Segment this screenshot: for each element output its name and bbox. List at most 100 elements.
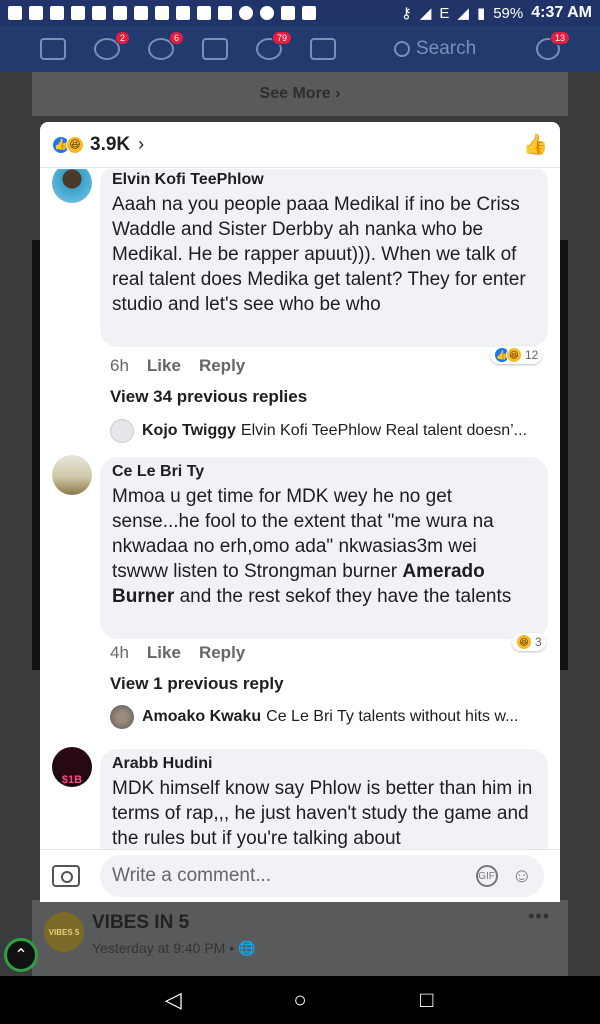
search-placeholder: Search: [416, 38, 477, 59]
comments-sheet: 👍 😆 3.9K › 👍 Elvin Kofi TeePhlow Aaah na…: [40, 122, 560, 902]
avatar[interactable]: [52, 169, 92, 203]
comment-reactions[interactable]: 👍 😆 12: [490, 346, 543, 364]
post-meta: Yesterday at 9:40 PM • 🌐: [92, 940, 256, 956]
comment-text: MDK himself know say Phlow is better tha…: [112, 778, 533, 849]
avatar[interactable]: $1B: [52, 747, 92, 787]
comment-text-part: and the rest sekof they have the talents: [174, 586, 512, 607]
comment-time: 4h: [110, 643, 129, 662]
like-thumb-icon[interactable]: 👍: [523, 132, 548, 157]
view-previous-replies[interactable]: View 1 previous reply: [110, 674, 284, 694]
reaction-icons: 👍 😆: [52, 135, 84, 154]
comment-bubble[interactable]: Ce Le Bri Ty Mmoa u get time for MDK wey…: [100, 457, 548, 639]
status-bar: ⚷ ◢ E ◢ ▮ 59% 4:37 AM: [0, 0, 600, 26]
battery-level: 59%: [493, 4, 524, 22]
friend-requests-icon[interactable]: 2: [94, 31, 130, 60]
comment-input[interactable]: Write a comment... GIF ☺: [100, 855, 544, 897]
facebook-icon: [155, 6, 169, 20]
record-icon: [239, 6, 253, 20]
comment-input-placeholder: Write a comment...: [112, 865, 272, 886]
friend-requests-badge: 2: [114, 31, 130, 45]
download-icon: [302, 6, 316, 20]
signal-icon: ◢: [419, 5, 432, 22]
clock: 4:37 AM: [531, 4, 592, 21]
haha-reaction-icon: 😆: [506, 347, 522, 363]
haha-reaction-icon: 😆: [66, 135, 84, 154]
status-right: ⚷ ◢ E ◢ ▮ 59% 4:37 AM: [401, 4, 592, 22]
comment-time: 6h: [110, 356, 129, 375]
twitter-icon: [281, 6, 295, 20]
groups-icon[interactable]: 6: [148, 31, 184, 60]
latest-reply[interactable]: Amoako Kwaku Ce Le Bri Ty talents withou…: [110, 705, 550, 729]
network-type: E: [439, 4, 450, 22]
reaction-count: 3.9K: [90, 133, 131, 155]
chevron-right-icon: ›: [138, 134, 145, 154]
page-logo[interactable]: VIBES 5: [44, 912, 84, 952]
bbm-icon: [8, 6, 22, 20]
key-icon: ⚷: [400, 5, 412, 22]
comment-author[interactable]: Arabb Hudini: [112, 755, 536, 773]
reply-avatar[interactable]: [110, 419, 134, 443]
search-icon: [394, 41, 410, 57]
signal-icon: ◢: [457, 5, 469, 22]
like-button[interactable]: Like: [147, 356, 181, 376]
comment-author[interactable]: Elvin Kofi TeePhlow: [112, 171, 536, 189]
home-icon[interactable]: ○: [280, 987, 320, 1013]
messenger-icon[interactable]: 13: [536, 31, 570, 60]
more-options-icon[interactable]: •••: [528, 906, 550, 927]
comment-reaction-count: 3: [535, 635, 542, 649]
assistive-touch-icon[interactable]: ⌃: [4, 938, 38, 972]
facebook-icon: [176, 6, 190, 20]
comment-composer: Write a comment... GIF ☺: [40, 849, 560, 902]
app-n-icon: [29, 6, 43, 20]
notifications-badge: 79: [271, 31, 292, 45]
watch-icon[interactable]: [202, 38, 228, 60]
feed-post: VIBES 5 VIBES IN 5 Yesterday at 9:40 PM …: [32, 900, 568, 978]
back-icon[interactable]: ◁: [153, 987, 193, 1013]
comment-author[interactable]: Ce Le Bri Ty: [112, 463, 536, 481]
gallery-icon: [197, 6, 211, 20]
facebook-icon: [71, 6, 85, 20]
comment-actions: 4h Like Reply: [110, 643, 245, 663]
notifications-bell-icon[interactable]: 79: [256, 31, 292, 60]
comment-text: Aaah na you people paaa Medikal if ino b…: [112, 194, 526, 315]
comment-reaction-count: 12: [525, 348, 539, 362]
comment-bubble[interactable]: Elvin Kofi TeePhlow Aaah na you people p…: [100, 169, 548, 347]
facebook-icon: [134, 6, 148, 20]
reactions-header[interactable]: 👍 😆 3.9K › 👍: [40, 122, 560, 168]
comment-list[interactable]: Elvin Kofi TeePhlow Aaah na you people p…: [40, 169, 560, 849]
comment-text: Mmoa u get time for MDK wey he no get se…: [112, 484, 536, 609]
view-previous-replies[interactable]: View 34 previous replies: [110, 387, 307, 407]
camera-icon[interactable]: [52, 865, 80, 887]
haha-reaction-icon: 😆: [516, 634, 532, 650]
menu-icon[interactable]: [310, 38, 336, 60]
emoji-icon[interactable]: ☺: [512, 865, 532, 888]
facebook-icon: [50, 6, 64, 20]
reply-author[interactable]: Kojo Twiggy: [142, 422, 236, 440]
comment-actions: 6h Like Reply: [110, 356, 245, 376]
reply-avatar[interactable]: [110, 705, 134, 729]
avatar-text: $1B: [61, 774, 83, 786]
see-more-button[interactable]: See More ›: [32, 72, 568, 116]
like-button[interactable]: Like: [147, 643, 181, 663]
system-nav-bar: ◁ ○ □: [0, 976, 600, 1024]
reply-text: Ce Le Bri Ty talents without hits w...: [266, 708, 519, 725]
recents-icon[interactable]: □: [407, 987, 447, 1013]
page-name[interactable]: VIBES IN 5: [92, 912, 189, 934]
search-bar[interactable]: Search: [394, 38, 476, 60]
reply-text: Elvin Kofi TeePhlow Real talent doesn’..…: [240, 422, 528, 439]
reply-button[interactable]: Reply: [199, 356, 245, 376]
notification-icons: [8, 6, 316, 20]
groups-badge: 6: [168, 31, 184, 45]
facebook-nav-bar: 2 6 79 Search 13: [0, 26, 600, 72]
latest-reply[interactable]: Kojo Twiggy Elvin Kofi TeePhlow Real tal…: [110, 419, 550, 443]
upload-icon: [113, 6, 127, 20]
comment-bubble[interactable]: Arabb Hudini MDK himself know say Phlow …: [100, 749, 548, 849]
avatar[interactable]: [52, 455, 92, 495]
news-feed-icon[interactable]: [40, 38, 66, 60]
gif-icon[interactable]: GIF: [475, 865, 498, 887]
download-icon: [218, 6, 232, 20]
battery-icon: ▮: [476, 5, 486, 22]
comment-reactions[interactable]: 😆 3: [512, 633, 546, 651]
reply-author[interactable]: Amoako Kwaku: [142, 708, 261, 726]
reply-button[interactable]: Reply: [199, 643, 245, 663]
